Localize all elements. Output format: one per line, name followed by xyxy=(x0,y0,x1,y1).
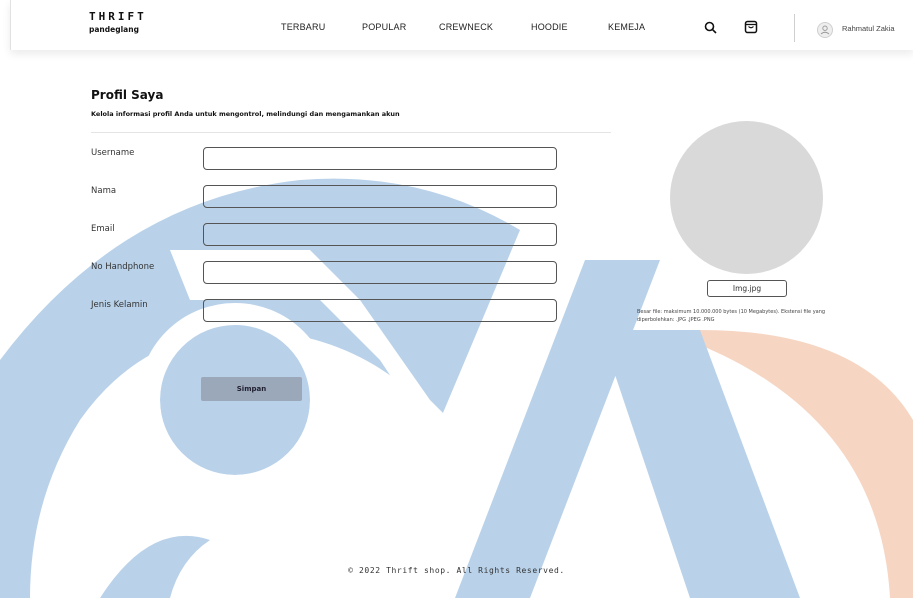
user-name[interactable]: Rahmatul Zakia xyxy=(842,24,895,33)
brand-logo[interactable]: THRIFT pandeglang xyxy=(89,10,147,34)
name-label: Nama xyxy=(91,186,117,196)
save-button[interactable]: Simpan xyxy=(201,377,302,401)
username-input[interactable] xyxy=(203,147,557,170)
phone-label: No Handphone xyxy=(91,262,155,272)
search-icon[interactable] xyxy=(704,21,717,34)
email-input[interactable] xyxy=(203,223,557,246)
username-label: Username xyxy=(91,148,135,158)
email-label: Email xyxy=(91,224,115,234)
name-input[interactable] xyxy=(203,185,557,208)
page-subtitle: Kelola informasi profil Anda untuk mengo… xyxy=(91,110,400,118)
nav-popular[interactable]: POPULAR xyxy=(362,22,406,32)
user-avatar[interactable] xyxy=(817,22,833,38)
gender-label: Jenis Kelamin xyxy=(91,300,148,310)
gender-input[interactable] xyxy=(203,299,557,322)
page-title: Profil Saya xyxy=(91,88,164,102)
profile-page: Profil Saya Kelola informasi profil Anda… xyxy=(0,0,913,598)
footer-copyright: © 2022 Thrift shop. All Rights Reserved. xyxy=(348,566,565,575)
phone-input[interactable] xyxy=(203,261,557,284)
user-icon xyxy=(820,25,830,35)
section-divider xyxy=(91,132,611,133)
header-divider xyxy=(794,14,795,42)
nav-terbaru[interactable]: TERBARU xyxy=(281,22,325,32)
nav-kemeja[interactable]: KEMEJA xyxy=(608,22,645,32)
brand-title: THRIFT xyxy=(89,10,147,23)
profile-photo xyxy=(670,121,823,274)
brand-subtitle: pandeglang xyxy=(89,25,139,34)
file-requirements-note: Besar file: maksimum 10.000.000 bytes (1… xyxy=(637,309,826,323)
nav-hoodie[interactable]: HOODIE xyxy=(531,22,568,32)
shopping-bag-icon[interactable] xyxy=(744,19,758,34)
nav-crewneck[interactable]: CREWNECK xyxy=(439,22,493,32)
choose-image-button[interactable]: Img.jpg xyxy=(707,280,787,297)
top-navbar: THRIFT pandeglang TERBARU POPULAR CREWNE… xyxy=(10,0,913,50)
